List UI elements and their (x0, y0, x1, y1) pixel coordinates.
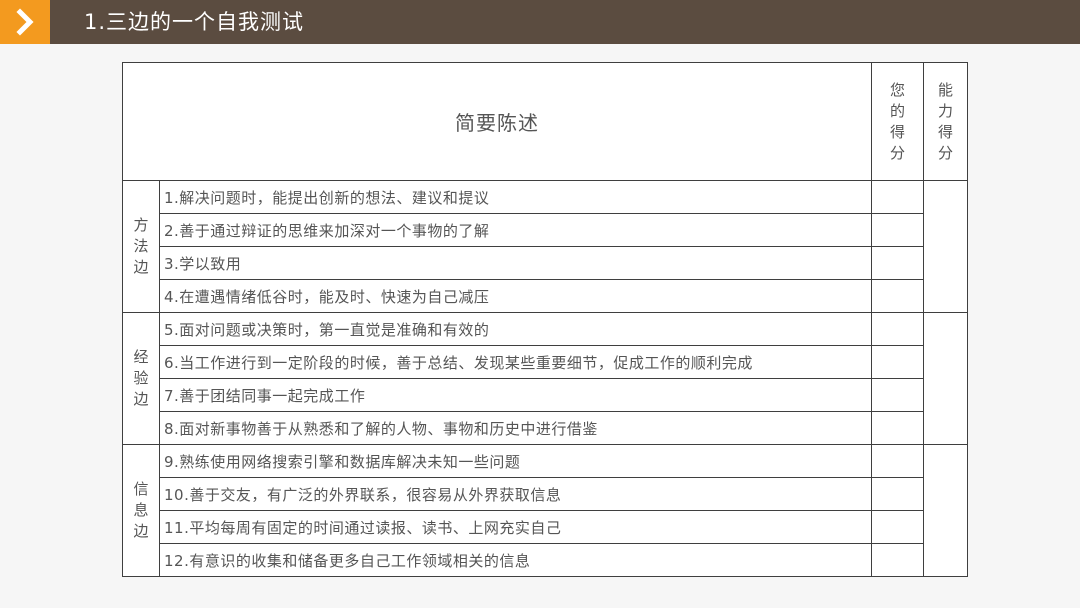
table-row: 7.善于团结同事一起完成工作 (123, 378, 968, 412)
your-score-cell[interactable] (871, 180, 924, 214)
stacked-label: 信息边 (133, 480, 149, 540)
title-accent-box (0, 0, 50, 44)
statement-cell: 12.有意识的收集和储备更多自己工作领域相关的信息 (159, 543, 872, 577)
table-row: 8.面对新事物善于从熟悉和了解的人物、事物和历史中进行借鉴 (123, 411, 968, 445)
category-cell: 方法边 (122, 180, 160, 313)
your-score-cell[interactable] (871, 477, 924, 511)
category-cell: 信息边 (122, 444, 160, 577)
header-row: 简要陈述 您的得分 能力得分 (122, 62, 968, 181)
stacked-label: 经验边 (133, 348, 149, 408)
table-row: 4.在遭遇情绪低谷时，能及时、快速为自己减压 (123, 279, 968, 313)
table-row: 11.平均每周有固定的时间通过读报、读书、上网充实自己 (123, 510, 968, 544)
your-score-cell[interactable] (871, 444, 924, 478)
statement-cell: 3.学以致用 (159, 246, 872, 280)
statement-cell: 4.在遭遇情绪低谷时，能及时、快速为自己减压 (159, 279, 872, 313)
your-score-cell[interactable] (871, 246, 924, 280)
table-row: 12.有意识的收集和储备更多自己工作领域相关的信息 (123, 543, 968, 577)
stacked-label: 方法边 (133, 216, 149, 276)
ability-score-cell[interactable] (923, 444, 968, 577)
summary-header: 简要陈述 (122, 62, 872, 181)
ability-score-cell[interactable] (923, 180, 968, 313)
your-score-cell[interactable] (871, 345, 924, 379)
table-row: 3.学以致用 (123, 246, 968, 280)
statement-cell: 2.善于通过辩证的思维来加深对一个事物的了解 (159, 213, 872, 247)
statement-cell: 1.解决问题时，能提出创新的想法、建议和提议 (159, 180, 872, 214)
table-row: 信息边 9.熟练使用网络搜索引擎和数据库解决未知一些问题 (122, 444, 968, 577)
table-row: 经验边 5.面对问题或决策时，第一直觉是准确和有效的 (122, 312, 968, 445)
self-test-table: 简要陈述 您的得分 能力得分 方法边 1.解决问题时，能提出创新的想法、建议和提议… (122, 62, 968, 577)
ability-score-header: 能力得分 (923, 62, 968, 181)
chevron-right-icon (16, 8, 34, 36)
title-bar: 1.三边的一个自我测试 (0, 0, 1080, 44)
your-score-cell[interactable] (871, 378, 924, 412)
stacked-label: 能力得分 (937, 80, 953, 162)
table-row: 2.善于通过辩证的思维来加深对一个事物的了解 (123, 213, 968, 247)
category-cell: 经验边 (122, 312, 160, 445)
your-score-cell[interactable] (871, 312, 924, 346)
statement-cell: 11.平均每周有固定的时间通过读报、读书、上网充实自己 (159, 510, 872, 544)
statement-cell: 5.面对问题或决策时，第一直觉是准确和有效的 (159, 312, 872, 346)
statement-cell: 10.善于交友，有广泛的外界联系，很容易从外界获取信息 (159, 477, 872, 511)
table-row: 10.善于交友，有广泛的外界联系，很容易从外界获取信息 (123, 477, 968, 511)
page-title: 1.三边的一个自我测试 (84, 10, 305, 34)
statement-cell: 8.面对新事物善于从熟悉和了解的人物、事物和历史中进行借鉴 (159, 411, 872, 445)
table-row: 方法边 1.解决问题时，能提出创新的想法、建议和提议 (122, 180, 968, 313)
your-score-cell[interactable] (871, 510, 924, 544)
your-score-cell[interactable] (871, 543, 924, 577)
stacked-label: 您的得分 (889, 80, 905, 162)
your-score-cell[interactable] (871, 411, 924, 445)
table-row: 6.当工作进行到一定阶段的时候，善于总结、发现某些重要细节，促成工作的顺利完成 (123, 345, 968, 379)
your-score-header: 您的得分 (871, 62, 924, 181)
your-score-cell[interactable] (871, 279, 924, 313)
statement-cell: 6.当工作进行到一定阶段的时候，善于总结、发现某些重要细节，促成工作的顺利完成 (159, 345, 872, 379)
statement-cell: 9.熟练使用网络搜索引擎和数据库解决未知一些问题 (159, 444, 872, 478)
your-score-cell[interactable] (871, 213, 924, 247)
ability-score-cell[interactable] (923, 312, 968, 445)
statement-cell: 7.善于团结同事一起完成工作 (159, 378, 872, 412)
